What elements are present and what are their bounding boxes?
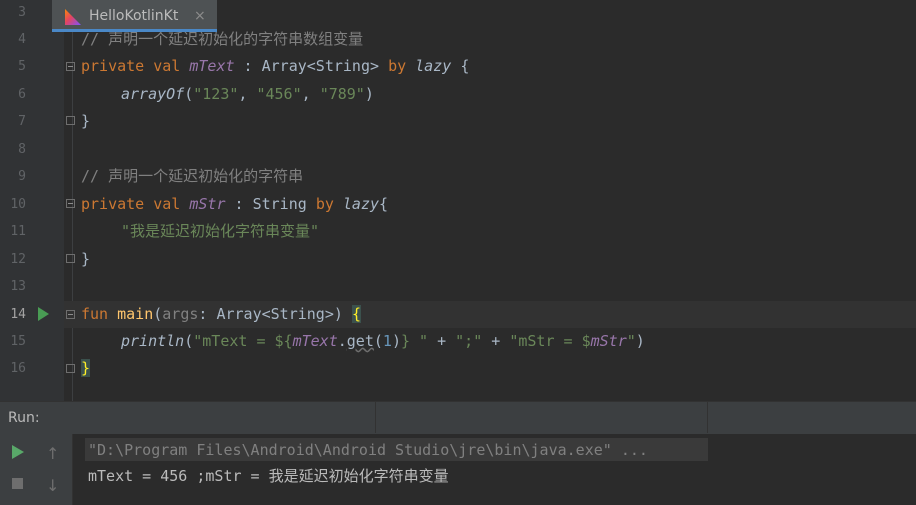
string-literal: ";" — [455, 332, 483, 350]
string-literal: "789" — [319, 85, 365, 103]
rerun-icon[interactable] — [12, 445, 24, 459]
colon: : — [225, 195, 253, 213]
scroll-up-icon[interactable]: ↑ — [46, 446, 59, 462]
keyword: private — [81, 57, 145, 75]
run-main-icon[interactable] — [38, 307, 49, 321]
line-number: 13 — [10, 279, 26, 294]
run-label: Run: — [8, 410, 40, 426]
run-toolbar — [0, 434, 73, 505]
fold-marker-icon[interactable] — [66, 199, 75, 208]
function-name: main — [117, 305, 154, 323]
keyword: by — [388, 57, 407, 75]
function-name: get — [346, 332, 374, 350]
type-name: Array<String> — [216, 305, 334, 323]
line-number: 9 — [18, 169, 26, 184]
line-number: 14 — [10, 307, 26, 322]
code-line-5: private val mText : Array<String> by laz… — [81, 53, 469, 80]
line-number: 16 — [10, 361, 26, 376]
closing-brace: } — [81, 250, 91, 268]
string-literal: "mStr = $ — [509, 332, 591, 350]
keyword: fun — [81, 305, 109, 323]
line-number: 7 — [18, 114, 26, 129]
property-name: mStr — [189, 195, 226, 213]
kotlin-icon — [65, 9, 81, 25]
line-number: 11 — [10, 224, 26, 239]
keyword: val — [153, 195, 181, 213]
line-number: 12 — [10, 252, 26, 267]
code-line-15: println("mText = ${mText.get(1)} " + ";"… — [121, 332, 645, 350]
string-quote: " — [419, 332, 429, 350]
line-number: 3 — [18, 5, 26, 20]
stop-icon[interactable] — [12, 478, 23, 489]
fold-marker-icon[interactable] — [66, 310, 75, 319]
parameter-name: args — [162, 305, 199, 323]
keyword: by — [315, 195, 334, 213]
closing-brace: } — [81, 355, 91, 382]
string-literal: "mText = ${ — [193, 332, 293, 350]
string-quote: " — [626, 332, 636, 350]
tab-close-icon[interactable]: × — [194, 0, 206, 32]
function-name: lazy — [342, 195, 380, 213]
code-line-10: private val mStr : String by lazy{ — [81, 191, 388, 218]
run-panel-header: Run: — [0, 401, 916, 434]
tab-title[interactable]: HelloKotlinKt — [89, 0, 178, 32]
string-interp-close: } — [400, 332, 410, 350]
property-name: mStr — [590, 332, 627, 350]
keyword: private — [81, 195, 145, 213]
line-number: 5 — [18, 59, 26, 74]
console-output-line: mText = 456 ;mStr = 我是延迟初始化字符串变量 — [88, 467, 449, 485]
colon: : — [234, 57, 262, 75]
matched-brace: } — [81, 359, 91, 377]
keyword: val — [153, 57, 181, 75]
property-name: mText — [189, 57, 235, 75]
fold-end-icon[interactable] — [66, 364, 75, 373]
property-name: mText — [292, 332, 338, 350]
brace: { — [379, 195, 389, 213]
fold-marker-icon[interactable] — [66, 62, 75, 71]
header-divider — [375, 401, 376, 433]
fold-end-icon[interactable] — [66, 254, 75, 263]
scroll-down-icon[interactable]: ↓ — [46, 478, 59, 494]
function-name: println — [121, 332, 185, 350]
code-line-6: arrayOf("123", "456", "789") — [121, 85, 374, 103]
comma: , — [238, 85, 257, 103]
string-literal: "我是延迟初始化字符串变量" — [121, 222, 320, 240]
string-literal: "456" — [256, 85, 302, 103]
code-comment: // 声明一个延迟初始化的字符串 — [81, 167, 304, 185]
type-name: String — [252, 195, 307, 213]
type-name: Array<String> — [261, 57, 380, 75]
line-number: 4 — [18, 32, 26, 47]
comma: , — [301, 85, 320, 103]
plus-operator: + — [428, 332, 456, 350]
line-number: 8 — [18, 142, 26, 157]
line-number: 6 — [18, 87, 26, 102]
plus-operator: + — [482, 332, 510, 350]
header-divider — [707, 401, 708, 433]
function-name: lazy — [415, 57, 452, 75]
number-literal: 1 — [382, 332, 392, 350]
line-number: 15 — [10, 334, 26, 349]
console-command-line[interactable]: "D:\Program Files\Android\Android Studio… — [88, 438, 648, 462]
function-name: arrayOf — [121, 85, 185, 103]
closing-brace: } — [81, 112, 91, 130]
string-literal: "123" — [193, 85, 239, 103]
code-editor[interactable]: 3 4 5 6 7 8 9 10 11 12 13 14 15 16 // 声明… — [0, 0, 916, 401]
brace: { — [460, 57, 470, 75]
matched-brace: { — [351, 305, 361, 323]
code-line-14: fun main(args: Array<String>) { — [81, 305, 361, 323]
fold-end-icon[interactable] — [66, 116, 75, 125]
line-number: 10 — [10, 197, 26, 212]
